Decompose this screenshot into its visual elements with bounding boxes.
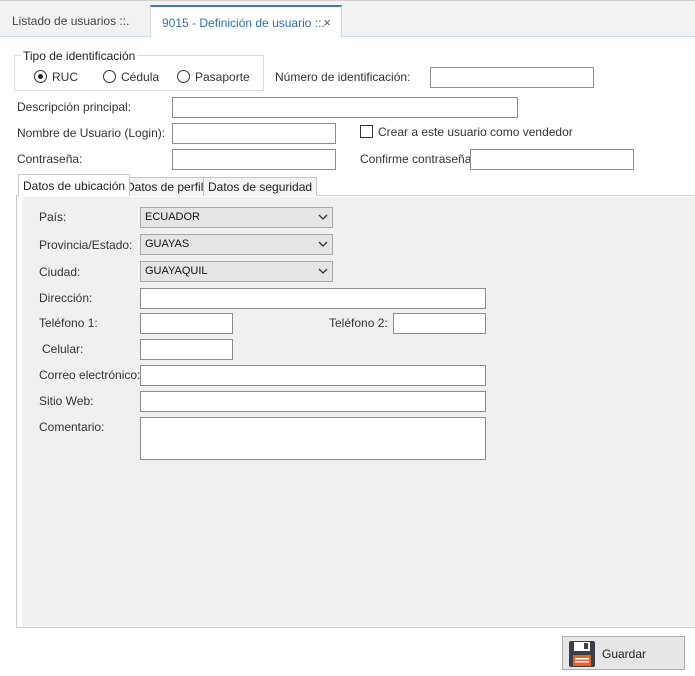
- mobile-input[interactable]: [140, 339, 233, 360]
- confirm-password-input[interactable]: [470, 149, 634, 170]
- website-input[interactable]: [140, 391, 486, 412]
- close-icon[interactable]: ×: [323, 7, 331, 39]
- radio-ruc[interactable]: [34, 70, 47, 83]
- tab-user-list[interactable]: Listado de usuarios ::.: [0, 5, 150, 38]
- id-type-group-title: Tipo de identificación: [21, 49, 138, 63]
- phone2-label: Teléfono 2:: [329, 316, 388, 330]
- tab-security-data[interactable]: Datos de seguridad: [203, 177, 318, 196]
- confirm-password-label: Confirme contraseña:: [360, 152, 475, 166]
- comment-textarea[interactable]: [140, 417, 486, 460]
- tab-profile-data-label: Datos de perfil: [126, 180, 204, 194]
- phone2-input[interactable]: [393, 313, 486, 334]
- comment-label: Comentario:: [39, 420, 105, 434]
- radio-ruc-label: RUC: [52, 70, 78, 84]
- tab-location-data[interactable]: Datos de ubicación: [18, 174, 131, 196]
- password-input[interactable]: [172, 149, 336, 170]
- password-label: Contraseña:: [17, 152, 83, 166]
- address-input[interactable]: [140, 288, 486, 309]
- login-label: Nombre de Usuario (Login):: [17, 126, 166, 140]
- country-select[interactable]: ECUADOR: [140, 207, 333, 228]
- tab-user-definition[interactable]: 9015 - Definición de usuario ::. ×: [150, 5, 342, 38]
- website-label: Sitio Web:: [39, 394, 94, 408]
- country-label: País:: [39, 210, 67, 224]
- city-value: GUAYAQUIL: [145, 265, 208, 277]
- province-value: GUAYAS: [145, 238, 190, 250]
- save-button-label: Guardar: [602, 647, 647, 661]
- seller-checkbox[interactable]: [360, 125, 373, 138]
- city-label: Ciudad:: [39, 265, 81, 279]
- province-select[interactable]: GUAYAS: [140, 234, 333, 255]
- floppy-disk-icon: [569, 641, 595, 667]
- tab-security-data-label: Datos de seguridad: [208, 180, 313, 194]
- chevron-down-icon: [318, 241, 328, 247]
- address-label: Dirección:: [39, 291, 93, 305]
- mobile-label: Celular:: [42, 342, 84, 356]
- phone1-input[interactable]: [140, 313, 233, 334]
- tab-user-list-label: Listado de usuarios ::.: [12, 14, 130, 28]
- radio-pasaporte[interactable]: [177, 70, 190, 83]
- chevron-down-icon: [318, 268, 328, 274]
- save-button[interactable]: Guardar: [562, 636, 685, 670]
- phone1-label: Teléfono 1:: [39, 316, 98, 330]
- tab-profile-data[interactable]: Datos de perfil: [121, 177, 209, 196]
- country-value: ECUADOR: [145, 211, 201, 223]
- id-number-input[interactable]: [430, 67, 594, 88]
- radio-pasaporte-label: Pasaporte: [195, 70, 250, 84]
- radio-cedula[interactable]: [103, 70, 116, 83]
- chevron-down-icon: [318, 214, 328, 220]
- city-select[interactable]: GUAYAQUIL: [140, 261, 333, 282]
- email-label: Correo electrónico:: [39, 368, 141, 382]
- tab-location-data-label: Datos de ubicación: [23, 179, 126, 193]
- radio-cedula-label: Cédula: [121, 70, 160, 84]
- id-number-label: Número de identificación:: [275, 70, 411, 84]
- email-input[interactable]: [140, 365, 486, 386]
- tab-user-definition-label: 9015 - Definición de usuario ::.: [162, 16, 325, 30]
- login-input[interactable]: [172, 123, 336, 144]
- description-input[interactable]: [172, 97, 518, 118]
- province-label: Provincia/Estado:: [39, 238, 133, 252]
- description-label: Descripción principal:: [17, 100, 132, 114]
- seller-checkbox-label: Crear a este usuario como vendedor: [378, 125, 573, 139]
- document-tab-strip: Listado de usuarios ::. 9015 - Definició…: [0, 0, 695, 38]
